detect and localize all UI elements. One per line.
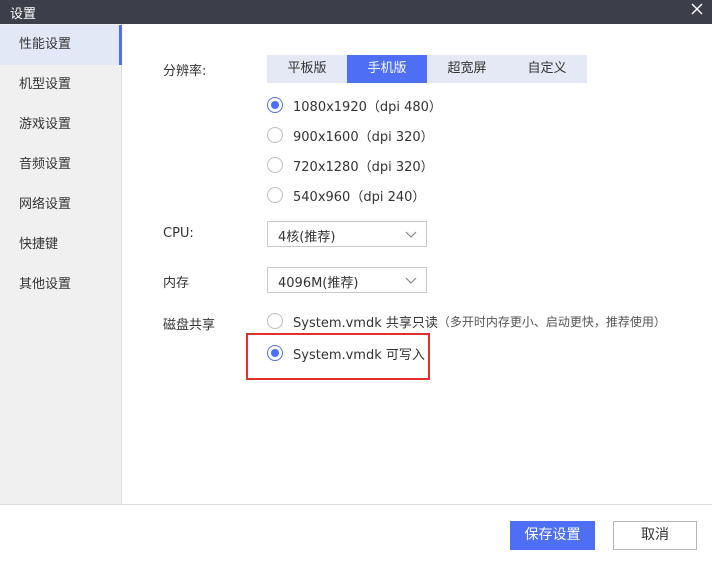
disk-share-label: 磁盘共享 xyxy=(163,318,216,333)
sidebar-item-label: 音频设置 xyxy=(19,157,72,172)
sidebar-item-label: 性能设置 xyxy=(19,37,72,52)
radio-checked-icon xyxy=(267,345,283,361)
sidebar-item-label: 网络设置 xyxy=(19,197,72,212)
option-label: 540x960（dpi 240） xyxy=(293,189,426,205)
tab-tablet[interactable]: 平板版 xyxy=(267,55,347,83)
chevron-down-icon xyxy=(404,228,418,240)
sidebar-item-other[interactable]: 其他设置 xyxy=(0,265,122,305)
resolution-option-900[interactable]: 900x1600（dpi 320） xyxy=(267,124,434,146)
sidebar-item-device-model[interactable]: 机型设置 xyxy=(0,65,122,105)
window-title: 设置 xyxy=(10,7,37,22)
cpu-select[interactable]: 4核(推荐) xyxy=(267,221,427,247)
disk-option-readonly[interactable]: System.vmdk 共享只读 （多开时内存更小、启动更快，推荐使用） xyxy=(267,310,666,332)
resolution-label: 分辨率: xyxy=(163,64,207,79)
sidebar-item-label: 机型设置 xyxy=(19,77,72,92)
sidebar-item-audio[interactable]: 音频设置 xyxy=(0,145,122,185)
sidebar: 性能设置 机型设置 游戏设置 音频设置 网络设置 快捷键 其他设置 xyxy=(0,24,122,504)
footer-bar: 保存设置 取消 xyxy=(0,504,712,562)
resolution-tabs: 平板版 手机版 超宽屏 自定义 xyxy=(267,55,587,83)
chevron-down-icon xyxy=(404,274,418,286)
sidebar-item-label: 其他设置 xyxy=(19,277,72,292)
memory-select[interactable]: 4096M(推荐) xyxy=(267,267,427,293)
resolution-option-720[interactable]: 720x1280（dpi 320） xyxy=(267,154,434,176)
tab-phone[interactable]: 手机版 xyxy=(347,55,427,83)
option-label: 900x1600（dpi 320） xyxy=(293,129,434,145)
radio-unchecked-icon xyxy=(267,313,283,329)
sidebar-item-performance[interactable]: 性能设置 xyxy=(0,25,122,65)
radio-unchecked-icon xyxy=(267,127,283,143)
cancel-button[interactable]: 取消 xyxy=(613,521,697,550)
memory-value: 4096M(推荐) xyxy=(278,276,359,291)
memory-label: 内存 xyxy=(163,276,190,291)
disk-option-writable[interactable]: System.vmdk 可写入 xyxy=(267,342,425,364)
option-label: 720x1280（dpi 320） xyxy=(293,159,434,175)
title-bar: 设置 xyxy=(0,0,712,24)
save-settings-button[interactable]: 保存设置 xyxy=(510,521,595,550)
radio-checked-icon xyxy=(267,97,283,113)
resolution-option-540[interactable]: 540x960（dpi 240） xyxy=(267,184,425,206)
option-note: （多开时内存更小、启动更快，推荐使用） xyxy=(437,314,666,329)
sidebar-item-label: 游戏设置 xyxy=(19,117,72,132)
option-label: 1080x1920（dpi 480） xyxy=(293,99,442,115)
option-label: System.vmdk 共享只读 xyxy=(293,315,438,331)
settings-content: 分辨率: 平板版 手机版 超宽屏 自定义 1080x1920（dpi 480） … xyxy=(123,24,712,504)
sidebar-item-shortcuts[interactable]: 快捷键 xyxy=(0,225,122,265)
sidebar-item-game[interactable]: 游戏设置 xyxy=(0,105,122,145)
sidebar-item-network[interactable]: 网络设置 xyxy=(0,185,122,225)
tab-ultrawide[interactable]: 超宽屏 xyxy=(427,55,507,83)
resolution-option-1080[interactable]: 1080x1920（dpi 480） xyxy=(267,94,442,116)
radio-unchecked-icon xyxy=(267,157,283,173)
tab-custom[interactable]: 自定义 xyxy=(507,55,587,83)
cpu-label: CPU: xyxy=(163,226,194,241)
option-label: System.vmdk 可写入 xyxy=(293,347,425,363)
sidebar-item-label: 快捷键 xyxy=(19,237,59,252)
close-icon[interactable] xyxy=(688,0,706,18)
radio-unchecked-icon xyxy=(267,187,283,203)
cpu-value: 4核(推荐) xyxy=(278,230,336,245)
